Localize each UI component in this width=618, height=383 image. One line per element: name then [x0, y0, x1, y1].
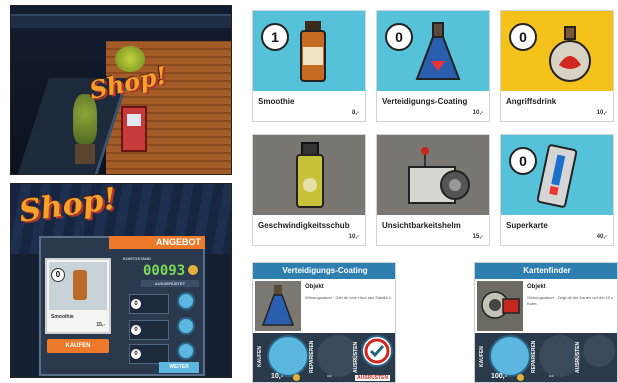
equip-button-icon[interactable] [361, 335, 393, 367]
item-name: Superkarte [506, 221, 548, 230]
equip-button-icon[interactable] [583, 335, 615, 367]
item-price: 10,- [472, 110, 483, 116]
item-price: 10,- [596, 110, 607, 116]
shop-menu: Shop! ANGEBOT 0 Smoothie 15,- KAUFEN KON… [10, 183, 232, 378]
smoothie-bottle-icon [300, 21, 326, 82]
vending-screen [127, 114, 141, 126]
card-finder-icon [481, 291, 520, 319]
item-name: Angriffsdrink [506, 97, 557, 106]
offer-card-price: 15,- [96, 322, 105, 328]
coin-icon [517, 374, 524, 381]
item-name: Unsichtbarkeitshelm [382, 221, 461, 230]
detail-title: Verteidigungs-Coating [253, 263, 395, 279]
equip-caption: AUSRÜSTEN [355, 375, 391, 381]
item-count-badge: 1 [261, 23, 289, 51]
coin-icon [188, 265, 198, 275]
item-card-attack-drink[interactable]: 0 Angriffsdrink 10,- [500, 10, 614, 122]
item-name: Geschwindigkeitsschub [258, 221, 350, 230]
item-count-badge: 0 [385, 23, 413, 51]
continue-button[interactable]: WEITER [159, 362, 199, 373]
item-name: Verteidigungs-Coating [382, 97, 468, 106]
item-count-badge: 0 [509, 23, 537, 51]
buy-button-icon[interactable] [489, 335, 531, 377]
slot-number: 0 [131, 325, 141, 335]
detail-image [477, 281, 523, 331]
detail-image [255, 281, 301, 331]
item-card-speed-boost[interactable]: Geschwindigkeitsschub 10,- [252, 134, 366, 246]
vending-machine[interactable] [121, 106, 147, 152]
coating-flask-icon [261, 285, 295, 326]
item-card-invisibility-helmet[interactable]: Unsichtbarkeitshelm 15,- [376, 134, 490, 246]
detail-duration: 15 s [383, 295, 391, 300]
buy-price: 100,- [491, 373, 507, 380]
buy-button-icon[interactable] [267, 335, 309, 377]
super-card-icon [537, 144, 577, 208]
equip-label: AUSRÜSTEN [575, 341, 581, 373]
repair-label: REPARIEREN [309, 340, 315, 374]
detail-description: Wirkungsdauer · Gibt dir eine Haut aus S… [305, 295, 386, 300]
offer-card-name: Smoothie [51, 314, 74, 320]
equip-button-icon[interactable] [177, 342, 195, 360]
detail-duration: 15 s [605, 295, 613, 300]
buy-label: KAUFEN [257, 346, 263, 368]
attack-drink-icon [549, 26, 591, 82]
equipped-label: AUSGERÜSTET [141, 280, 199, 287]
smoothie-bottle-icon [73, 270, 87, 300]
speed-boost-icon [296, 142, 324, 208]
ceiling-beam [11, 14, 231, 28]
checkmark-icon [364, 338, 390, 364]
buy-button[interactable]: KAUFEN [47, 339, 109, 353]
plant-pot [75, 144, 95, 164]
balance-label: KONTOSTAND [123, 256, 151, 261]
game-scene: Shop! [10, 5, 232, 175]
repair-label: REPARIEREN [531, 340, 537, 374]
buy-label: KAUFEN [479, 346, 485, 368]
equip-button-icon[interactable] [177, 317, 195, 335]
detail-description: Wirkungsdauer · Zeigt dir die Karten auf… [527, 295, 605, 306]
detail-panel-card-finder: Kartenfinder Objekt Wirkungsdauer · Zeig… [474, 262, 618, 383]
coating-flask-icon [415, 22, 461, 80]
item-price: 8,- [351, 110, 359, 116]
slot-number: 0 [131, 349, 141, 359]
item-card-smoothie[interactable]: 1 Smoothie 8,- [252, 10, 366, 122]
detail-type: Objekt [305, 284, 324, 290]
balance-counter: 00093 [143, 263, 186, 279]
slot-number: 0 [131, 299, 141, 309]
detail-title: Kartenfinder [475, 263, 617, 279]
item-card-super-card[interactable]: 0 Superkarte 40,- [500, 134, 614, 246]
offer-card-count: 0 [51, 268, 65, 282]
item-price: 15,- [472, 234, 483, 240]
offer-banner: ANGEBOT [109, 236, 205, 249]
buy-price: 10,- [271, 373, 284, 380]
equip-button-icon[interactable] [177, 292, 195, 310]
repair-price: -- [327, 373, 332, 380]
item-name: Smoothie [258, 97, 295, 106]
item-price: 40,- [596, 234, 607, 240]
coin-icon [293, 374, 300, 381]
equip-label: AUSRÜSTEN [353, 341, 359, 373]
item-price: 10,- [348, 234, 359, 240]
detail-panel-coating: Verteidigungs-Coating Objekt Wirkungsdau… [252, 262, 396, 383]
repair-price: -- [549, 373, 554, 380]
item-count-badge: 0 [509, 147, 537, 175]
invisibility-helmet-icon [408, 147, 470, 204]
offer-card[interactable]: 0 Smoothie 15,- [45, 258, 111, 334]
item-card-coating[interactable]: 0 Verteidigungs-Coating 10,- [376, 10, 490, 122]
detail-type: Objekt [527, 284, 546, 290]
